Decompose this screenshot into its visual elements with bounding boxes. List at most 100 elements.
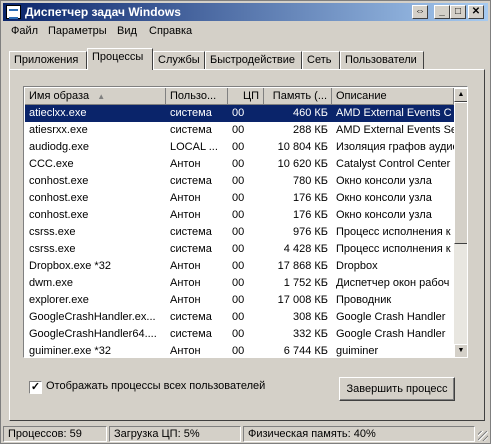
cell-cpu: 00 bbox=[232, 277, 245, 289]
cell-memory: 780 КБ bbox=[292, 175, 328, 187]
scroll-down-icon[interactable]: ▼ bbox=[454, 344, 467, 357]
restore-size-button[interactable]: ⇔ bbox=[412, 5, 428, 19]
cell-cpu: 00 bbox=[232, 328, 245, 340]
cell-image-name: GoogleCrashHandler64.... bbox=[29, 328, 157, 340]
cell-user: система bbox=[170, 243, 212, 255]
maximize-button[interactable]: □ bbox=[450, 5, 466, 19]
task-manager-icon bbox=[6, 5, 21, 19]
close-button[interactable]: ✕ bbox=[468, 5, 484, 19]
table-row[interactable]: GoogleCrashHandler.ex... система 00 308 … bbox=[25, 309, 454, 326]
table-row[interactable]: csrss.exe система 00 976 КБ Процесс испо… bbox=[25, 224, 454, 241]
end-process-button[interactable]: Завершить процесс bbox=[339, 377, 455, 401]
table-row[interactable]: audiodg.exe LOCAL ... 00 10 804 КБ Изоля… bbox=[25, 139, 454, 156]
cell-image-name: conhost.exe bbox=[29, 209, 89, 221]
cell-image-name: csrss.exe bbox=[29, 226, 76, 238]
tab-services[interactable]: Службы bbox=[153, 51, 205, 70]
cell-description: Изоляция графов аудио bbox=[336, 141, 454, 153]
table-row[interactable]: conhost.exe Антон 00 176 КБ Окно консоли… bbox=[25, 190, 454, 207]
cell-user: Антон bbox=[170, 158, 201, 170]
menu-view[interactable]: Вид bbox=[117, 25, 137, 37]
cell-memory: 6 744 КБ bbox=[283, 345, 328, 357]
cell-description: Проводник bbox=[336, 294, 392, 306]
cell-cpu: 00 bbox=[232, 243, 245, 255]
cell-memory: 17 008 КБ bbox=[277, 294, 328, 306]
cell-user: Антон bbox=[170, 260, 201, 272]
cell-image-name: CCC.exe bbox=[29, 158, 74, 170]
cell-user: Антон bbox=[170, 209, 201, 221]
column-image-name-label: Имя образа bbox=[29, 90, 90, 102]
cell-image-name: atiesrxx.exe bbox=[29, 124, 88, 136]
table-row[interactable]: dwm.exe Антон 00 1 752 КБ Диспетчер окон… bbox=[25, 275, 454, 292]
tab-applications[interactable]: Приложения bbox=[9, 51, 87, 70]
cell-user: система bbox=[170, 124, 212, 136]
cell-memory: 17 868 КБ bbox=[277, 260, 328, 272]
cell-image-name: guiminer.exe *32 bbox=[29, 345, 111, 357]
cell-description: Диспетчер окон рабоч bbox=[336, 277, 450, 289]
cell-user: система bbox=[170, 311, 212, 323]
status-cpu-usage: Загрузка ЦП: 5% bbox=[109, 426, 241, 442]
tab-performance[interactable]: Быстродействие bbox=[205, 51, 302, 70]
cell-memory: 308 КБ bbox=[292, 311, 328, 323]
tab-processes[interactable]: Процессы bbox=[87, 48, 153, 70]
window-title: Диспетчер задач Windows bbox=[25, 5, 181, 19]
minimize-button[interactable]: _ bbox=[434, 5, 450, 19]
cell-description: Dropbox bbox=[336, 260, 378, 272]
resize-grip-icon[interactable] bbox=[478, 431, 488, 441]
cell-user: Антон bbox=[170, 192, 201, 204]
column-cpu[interactable]: ЦП bbox=[228, 88, 264, 105]
cell-description: guiminer bbox=[336, 345, 379, 357]
table-row[interactable]: csrss.exe система 00 4 428 КБ Процесс ис… bbox=[25, 241, 454, 258]
cell-image-name: atieclxx.exe bbox=[29, 107, 87, 119]
scroll-up-icon[interactable]: ▲ bbox=[454, 88, 467, 102]
table-row[interactable]: Dropbox.exe *32 Антон 00 17 868 КБ Dropb… bbox=[25, 258, 454, 275]
task-manager-window: Диспетчер задач Windows ⇔ _ □ ✕ Файл Пар… bbox=[0, 0, 491, 444]
title-bar[interactable]: Диспетчер задач Windows ⇔ _ □ ✕ bbox=[3, 3, 488, 21]
cell-user: система bbox=[170, 226, 212, 238]
table-row[interactable]: atieclxx.exe система 00 460 КБ AMD Exter… bbox=[25, 105, 454, 122]
cell-user: LOCAL ... bbox=[170, 141, 218, 153]
cell-memory: 4 428 КБ bbox=[283, 243, 328, 255]
cell-image-name: conhost.exe bbox=[29, 175, 89, 187]
table-row[interactable]: conhost.exe Антон 00 176 КБ Окно консоли… bbox=[25, 207, 454, 224]
cell-cpu: 00 bbox=[232, 311, 245, 323]
table-row[interactable]: guiminer.exe *32 Антон 00 6 744 КБ guimi… bbox=[25, 343, 454, 357]
process-list-header: Имя образа ▲ Пользо... ЦП Память (... Опи… bbox=[25, 88, 454, 105]
cell-cpu: 00 bbox=[232, 226, 245, 238]
column-image-name[interactable]: Имя образа ▲ bbox=[25, 88, 166, 105]
table-row[interactable]: GoogleCrashHandler64.... система 00 332 … bbox=[25, 326, 454, 343]
vertical-scrollbar[interactable]: ▲ ▼ bbox=[454, 88, 467, 357]
cell-description: Google Crash Handler bbox=[336, 328, 446, 340]
cell-description: Google Crash Handler bbox=[336, 311, 446, 323]
column-description[interactable]: Описание bbox=[332, 88, 454, 105]
cell-description: Окно консоли узла bbox=[336, 192, 432, 204]
table-row[interactable]: atiesrxx.exe система 00 288 КБ AMD Exter… bbox=[25, 122, 454, 139]
cell-cpu: 00 bbox=[232, 345, 245, 357]
process-list[interactable]: Имя образа ▲ Пользо... ЦП Память (... Опи… bbox=[23, 86, 468, 358]
table-row[interactable]: CCC.exe Антон 00 10 620 КБ Catalyst Cont… bbox=[25, 156, 454, 173]
menu-help[interactable]: Справка bbox=[149, 25, 192, 37]
sort-ascending-icon: ▲ bbox=[97, 92, 106, 101]
column-user[interactable]: Пользо... bbox=[166, 88, 228, 105]
cell-image-name: csrss.exe bbox=[29, 243, 76, 255]
show-all-users-label[interactable]: Отображать процессы всех пользователей bbox=[46, 380, 265, 392]
menu-file[interactable]: Файл bbox=[11, 25, 38, 37]
cell-cpu: 00 bbox=[232, 192, 245, 204]
cell-image-name: audiodg.exe bbox=[29, 141, 89, 153]
column-memory[interactable]: Память (... bbox=[264, 88, 332, 105]
tab-users[interactable]: Пользователи bbox=[340, 51, 424, 70]
cell-memory: 288 КБ bbox=[292, 124, 328, 136]
cell-image-name: explorer.exe bbox=[29, 294, 89, 306]
cell-image-name: conhost.exe bbox=[29, 192, 89, 204]
tab-network[interactable]: Сеть bbox=[302, 51, 340, 70]
cell-memory: 1 752 КБ bbox=[283, 277, 328, 289]
cell-description: AMD External Events Se bbox=[336, 124, 454, 136]
menu-options[interactable]: Параметры bbox=[48, 25, 107, 37]
status-bar: Процессов: 59 Загрузка ЦП: 5% Физическая… bbox=[1, 425, 490, 443]
cell-cpu: 00 bbox=[232, 158, 245, 170]
table-row[interactable]: explorer.exe Антон 00 17 008 КБ Проводни… bbox=[25, 292, 454, 309]
cell-cpu: 00 bbox=[232, 175, 245, 187]
table-row[interactable]: conhost.exe система 00 780 КБ Окно консо… bbox=[25, 173, 454, 190]
show-all-users-checkbox[interactable]: ✓ bbox=[29, 381, 42, 394]
cell-description: AMD External Events C bbox=[336, 107, 452, 119]
scrollbar-thumb[interactable] bbox=[454, 102, 467, 244]
